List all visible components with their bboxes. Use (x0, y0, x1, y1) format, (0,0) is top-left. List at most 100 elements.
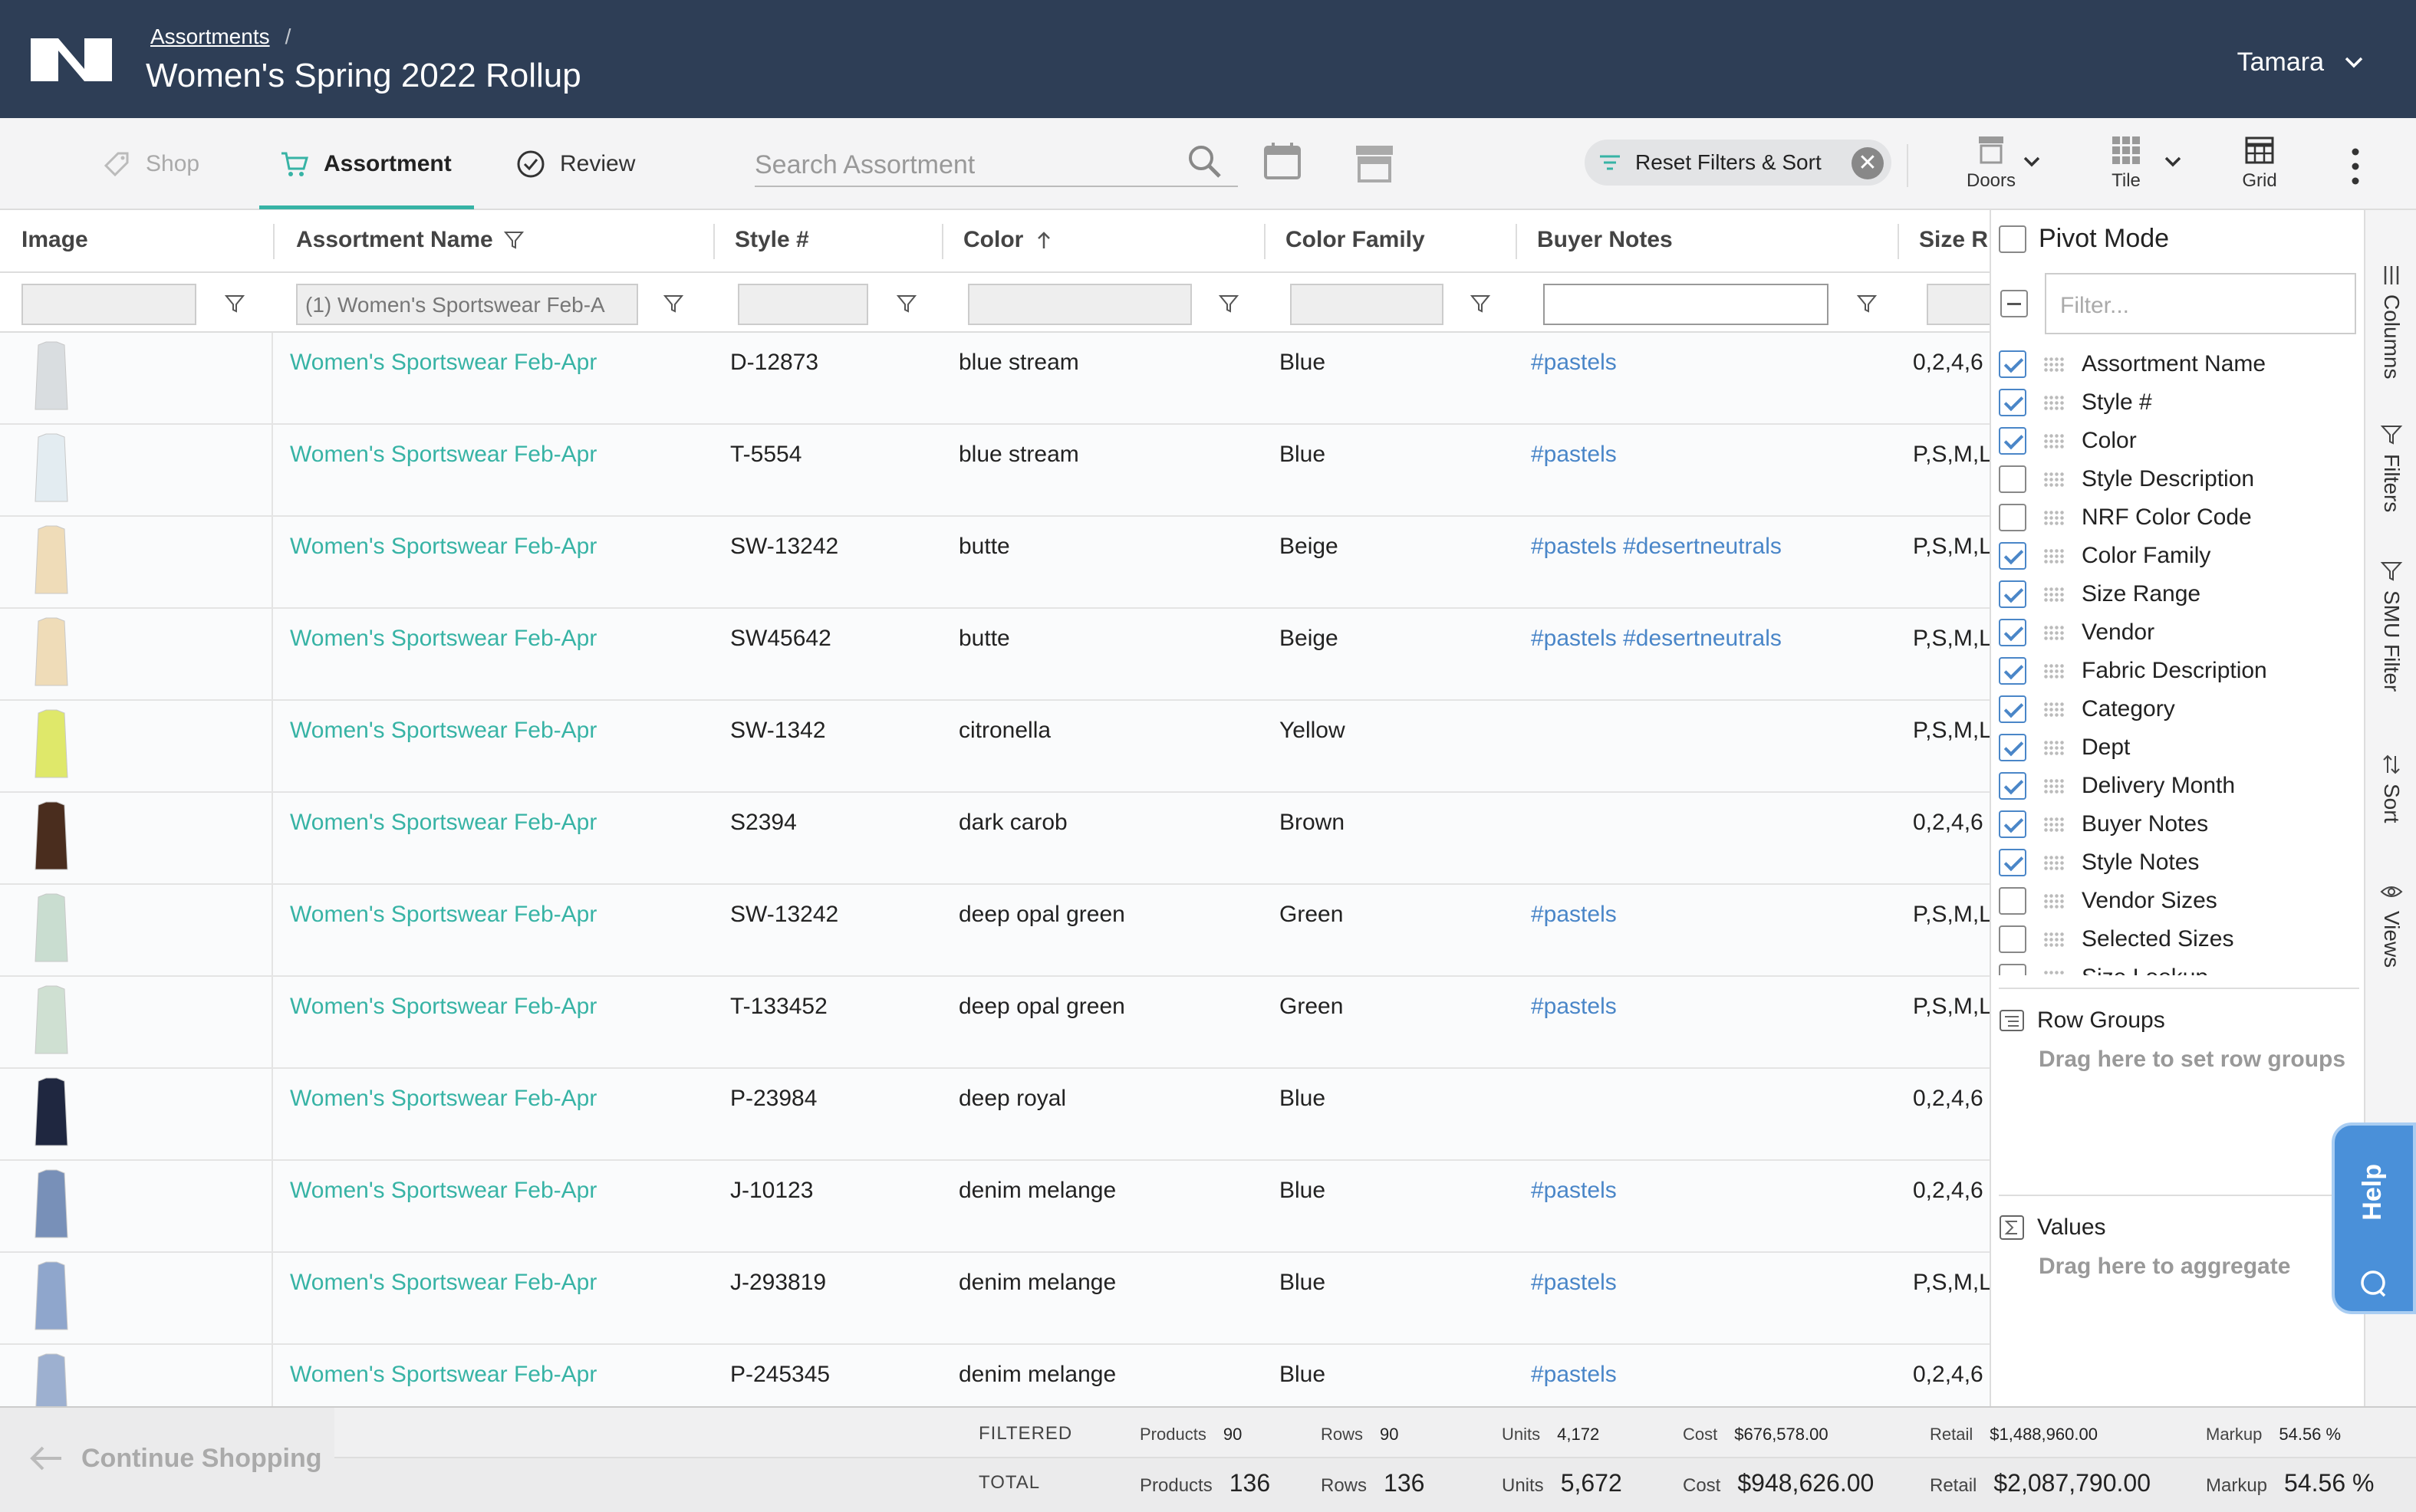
assortment-name-cell[interactable]: Women's Sportswear Feb-Apr (290, 810, 597, 836)
values-drop-zone[interactable]: Values Drag here to aggregate (1999, 1195, 2359, 1386)
table-row[interactable]: Women's Sportswear Feb-Apr D-12873 blue st… (0, 333, 1990, 425)
brand-logo[interactable] (31, 38, 112, 81)
reset-filters-button[interactable]: Reset Filters & Sort ✕ (1585, 140, 1891, 186)
side-tab-views[interactable]: Views (2365, 880, 2416, 968)
product-thumbnail[interactable] (25, 340, 78, 414)
table-row[interactable]: Women's Sportswear Feb-Apr T-133452 deep o… (0, 977, 1990, 1069)
table-row[interactable]: Women's Sportswear Feb-Apr SW-13242 butte B… (0, 517, 1990, 609)
column-toggle-item[interactable]: Style # (1999, 383, 2359, 422)
buyer-notes-cell[interactable]: #pastels (1531, 994, 1617, 1020)
calendar-icon[interactable] (1261, 140, 1304, 182)
product-thumbnail[interactable] (25, 984, 78, 1058)
column-header-assortment-name[interactable]: Assortment Name (296, 227, 524, 253)
table-row[interactable]: Women's Sportswear Feb-Apr SW-13242 deep o… (0, 885, 1990, 977)
column-checkbox[interactable] (1999, 925, 2026, 953)
filter-icon[interactable] (896, 293, 917, 314)
column-toggle-item[interactable]: Buyer Notes (1999, 805, 2359, 843)
side-tab-filters[interactable]: Filters (2365, 423, 2416, 512)
user-menu[interactable]: Tamara (2237, 48, 2324, 77)
drag-handle-icon[interactable] (2043, 548, 2065, 564)
buyer-notes-cell[interactable]: #pastels (1531, 442, 1617, 468)
drag-handle-icon[interactable] (2043, 740, 2065, 755)
assortment-name-cell[interactable]: Women's Sportswear Feb-Apr (290, 1270, 597, 1296)
column-checkbox[interactable] (1999, 389, 2026, 416)
table-row[interactable]: Women's Sportswear Feb-Apr S2394 dark caro… (0, 793, 1990, 885)
buyer-notes-filter-input[interactable] (1543, 284, 1828, 325)
product-thumbnail[interactable] (25, 524, 78, 598)
assortment-name-cell[interactable]: Women's Sportswear Feb-Apr (290, 626, 597, 652)
buyer-notes-cell[interactable]: #pastels #desertneutrals (1531, 534, 1782, 560)
tab-assortment[interactable]: Assortment (279, 149, 452, 179)
drag-handle-icon[interactable] (2043, 817, 2065, 832)
tab-review[interactable]: Review (515, 149, 635, 179)
color-family-filter-input[interactable] (1290, 284, 1443, 325)
column-header-size-range[interactable]: Size R (1919, 227, 1988, 253)
product-thumbnail[interactable] (25, 1169, 78, 1242)
column-checkbox[interactable] (1999, 580, 2026, 608)
assortment-name-cell[interactable]: Women's Sportswear Feb-Apr (290, 442, 597, 468)
drag-handle-icon[interactable] (2043, 625, 2065, 640)
drag-handle-icon[interactable] (2043, 663, 2065, 679)
assortment-name-cell[interactable]: Women's Sportswear Feb-Apr (290, 994, 597, 1020)
column-header-style[interactable]: Style # (735, 227, 809, 253)
table-row[interactable]: Women's Sportswear Feb-Apr J-293819 denim … (0, 1253, 1990, 1345)
column-checkbox[interactable] (1999, 657, 2026, 685)
assortment-name-filter-input[interactable]: (1) Women's Sportswear Feb-A (296, 284, 638, 325)
continue-shopping-button[interactable]: Continue Shopping (28, 1443, 322, 1474)
table-row[interactable]: Women's Sportswear Feb-Apr P-23984 deep ro… (0, 1069, 1990, 1161)
product-thumbnail[interactable] (25, 1353, 78, 1406)
column-checkbox[interactable] (1999, 504, 2026, 531)
product-thumbnail[interactable] (25, 1076, 78, 1150)
search-icon[interactable] (1186, 143, 1224, 181)
drag-handle-icon[interactable] (2043, 970, 2065, 975)
product-thumbnail[interactable] (25, 432, 78, 506)
column-checkbox[interactable] (1999, 695, 2026, 723)
side-tab-columns[interactable]: Columns (2365, 264, 2416, 379)
drag-handle-icon[interactable] (2043, 893, 2065, 909)
column-checkbox[interactable] (1999, 619, 2026, 646)
column-checkbox[interactable] (1999, 964, 2026, 975)
product-thumbnail[interactable] (25, 708, 78, 782)
buyer-notes-cell[interactable]: #pastels (1531, 902, 1617, 928)
column-checkbox[interactable] (1999, 350, 2026, 378)
column-toggle-item[interactable]: Assortment Name (1999, 345, 2359, 383)
side-tab-smu-filter[interactable]: SMU Filter (2365, 560, 2416, 692)
drag-handle-icon[interactable] (2043, 778, 2065, 794)
column-divider[interactable] (1898, 224, 1899, 259)
drag-handle-icon[interactable] (2043, 357, 2065, 372)
product-thumbnail[interactable] (25, 800, 78, 874)
column-toggle-item[interactable]: Category (1999, 690, 2359, 728)
buyer-notes-cell[interactable]: #pastels (1531, 1362, 1617, 1388)
assortment-name-cell[interactable]: Women's Sportswear Feb-Apr (290, 534, 597, 560)
column-toggle-item[interactable]: Selected Sizes (1999, 920, 2359, 958)
help-button[interactable]: Help (2332, 1122, 2416, 1314)
filter-icon[interactable] (1856, 293, 1878, 314)
product-thumbnail[interactable] (25, 1261, 78, 1334)
column-divider[interactable] (1516, 224, 1517, 259)
grid-view-button[interactable]: Grid (2221, 135, 2298, 192)
more-menu-icon[interactable] (2344, 146, 2367, 187)
column-checkbox[interactable] (1999, 734, 2026, 761)
column-divider[interactable] (1264, 224, 1266, 259)
column-toggle-item[interactable]: Size Lookup (1999, 958, 2359, 975)
column-checkbox[interactable] (1999, 542, 2026, 570)
pivot-mode-checkbox[interactable] (1999, 225, 2026, 253)
drag-handle-icon[interactable] (2043, 932, 2065, 947)
column-toggle-item[interactable]: Style Notes (1999, 843, 2359, 882)
image-filter-input[interactable] (21, 284, 196, 325)
assortment-name-cell[interactable]: Women's Sportswear Feb-Apr (290, 1178, 597, 1204)
table-row[interactable]: Women's Sportswear Feb-Apr SW-1342 citrone… (0, 701, 1990, 793)
drag-handle-icon[interactable] (2043, 433, 2065, 449)
chevron-down-icon[interactable] (2161, 150, 2184, 173)
assortment-name-cell[interactable]: Women's Sportswear Feb-Apr (290, 350, 597, 376)
filter-icon[interactable] (1218, 293, 1239, 314)
column-toggle-item[interactable]: Color Family (1999, 537, 2359, 575)
product-thumbnail[interactable] (25, 892, 78, 966)
table-row[interactable]: Women's Sportswear Feb-Apr SW45642 butte Be… (0, 609, 1990, 701)
column-checkbox[interactable] (1999, 887, 2026, 915)
column-header-image[interactable]: Image (21, 227, 88, 253)
assortment-name-cell[interactable]: Women's Sportswear Feb-Apr (290, 718, 597, 744)
column-filter-input[interactable]: Filter... (2045, 273, 2356, 334)
column-divider[interactable] (273, 224, 275, 259)
search-input[interactable]: Search Assortment (755, 147, 1238, 187)
